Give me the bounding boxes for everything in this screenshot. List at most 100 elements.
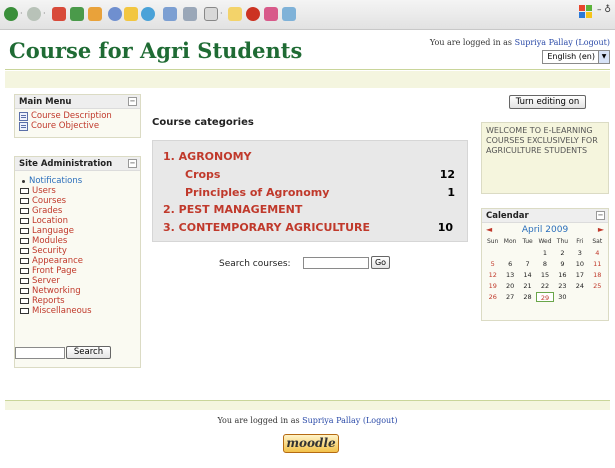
- window-minimize-icon[interactable]: – ♁: [597, 5, 611, 15]
- forward-dropdown-icon[interactable]: ·: [43, 9, 46, 18]
- calendar-day[interactable]: 28: [519, 292, 536, 302]
- calendar-day[interactable]: 12: [484, 270, 501, 280]
- admin-item-label: Security: [32, 246, 67, 256]
- refresh-icon[interactable]: [70, 7, 84, 21]
- calendar-day[interactable]: 4: [589, 248, 606, 258]
- calendar-day[interactable]: 10: [571, 259, 588, 269]
- calendar-day[interactable]: 7: [519, 259, 536, 269]
- user-profile-link[interactable]: Supriya Pallay: [302, 416, 360, 425]
- turn-editing-on-button[interactable]: Turn editing on: [509, 95, 586, 109]
- calendar-day[interactable]: 22: [536, 281, 553, 291]
- admin-search-input[interactable]: [15, 347, 65, 359]
- admin-item-courses[interactable]: Courses: [20, 196, 140, 206]
- admin-item-location[interactable]: Location: [20, 216, 140, 226]
- messenger-icon[interactable]: [246, 7, 260, 21]
- admin-item-reports[interactable]: Reports: [20, 296, 140, 306]
- print-icon[interactable]: [183, 7, 197, 21]
- calendar-day[interactable]: 6: [501, 259, 518, 269]
- login-info: You are logged in as Supriya Pallay (Log…: [430, 38, 610, 47]
- mouse-tool-icon[interactable]: [282, 7, 296, 21]
- category-link[interactable]: Principles of Agronomy: [185, 186, 329, 199]
- admin-item-notifications[interactable]: Notifications: [20, 176, 140, 186]
- collapse-icon[interactable]: −: [128, 159, 137, 168]
- next-month-icon[interactable]: ►: [598, 225, 604, 234]
- calendar-day[interactable]: 30: [554, 292, 571, 302]
- calendar-day[interactable]: 26: [484, 292, 501, 302]
- calendar-empty-cell: [501, 248, 518, 258]
- category-link[interactable]: Crops: [185, 168, 220, 181]
- admin-item-users[interactable]: Users: [20, 186, 140, 196]
- calendar-day[interactable]: 3: [571, 248, 588, 258]
- user-profile-link[interactable]: Supriya Pallay: [515, 38, 573, 47]
- folder-icon[interactable]: [228, 7, 242, 21]
- calendar-day[interactable]: 15: [536, 270, 553, 280]
- calendar-day[interactable]: 27: [501, 292, 518, 302]
- site-title: Course for Agri Students: [9, 38, 303, 63]
- logout-link[interactable]: (Logout): [363, 416, 398, 425]
- calendar-day[interactable]: 11: [589, 259, 606, 269]
- calendar-day[interactable]: 5: [484, 259, 501, 269]
- category-link[interactable]: 1. AGRONOMY: [163, 150, 252, 163]
- language-value: English (en): [547, 52, 595, 61]
- course-count: 12: [439, 168, 455, 181]
- home-icon[interactable]: [88, 7, 102, 21]
- stop-icon[interactable]: [52, 7, 66, 21]
- admin-item-miscellaneous[interactable]: Miscellaneous: [20, 306, 140, 316]
- calendar-day[interactable]: 2: [554, 248, 571, 258]
- history-icon[interactable]: [141, 7, 155, 21]
- back-icon[interactable]: [4, 7, 18, 21]
- calendar-day[interactable]: 14: [519, 270, 536, 280]
- calendar-day[interactable]: 21: [519, 281, 536, 291]
- calendar-block: Calendar − ◄ April 2009 ► Sun Mon Tue Wed Th…: [481, 208, 609, 321]
- admin-item-grades[interactable]: Grades: [20, 206, 140, 216]
- calendar-day[interactable]: 16: [554, 270, 571, 280]
- go-button[interactable]: Go: [371, 256, 390, 269]
- collapse-icon[interactable]: −: [596, 211, 605, 220]
- calendar-day[interactable]: 29: [536, 292, 554, 302]
- admin-item-label: Notifications: [29, 176, 83, 186]
- calendar-day[interactable]: 24: [571, 281, 588, 291]
- logout-link[interactable]: (Logout): [575, 38, 610, 47]
- calendar-day[interactable]: 25: [589, 281, 606, 291]
- admin-item-networking[interactable]: Networking: [20, 286, 140, 296]
- menu-item-course-objective[interactable]: Coure Objective: [19, 122, 140, 131]
- main-menu-block: Main Menu − Course Description Coure Obj…: [14, 94, 141, 138]
- admin-item-language[interactable]: Language: [20, 226, 140, 236]
- calendar-day[interactable]: 18: [589, 270, 606, 280]
- admin-item-appearance[interactable]: Appearance: [20, 256, 140, 266]
- calendar-day[interactable]: 1: [536, 248, 553, 258]
- favorites-icon[interactable]: [124, 7, 138, 21]
- folder-icon: [20, 208, 29, 214]
- calendar-day[interactable]: 9: [554, 259, 571, 269]
- search-courses-input[interactable]: [303, 257, 369, 269]
- calendar-day[interactable]: 8: [536, 259, 553, 269]
- admin-search-button[interactable]: Search: [66, 346, 111, 359]
- calendar-day[interactable]: 20: [501, 281, 518, 291]
- calendar-day[interactable]: 13: [501, 270, 518, 280]
- calendar-day-header: Fri: [576, 238, 584, 245]
- search-icon[interactable]: [108, 7, 122, 21]
- admin-item-server[interactable]: Server: [20, 276, 140, 286]
- research-icon[interactable]: [264, 7, 278, 21]
- calendar-month[interactable]: April 2009: [482, 225, 608, 235]
- admin-item-security[interactable]: Security: [20, 246, 140, 256]
- menu-item-course-description[interactable]: Course Description: [19, 112, 140, 121]
- windows-logo-icon: [579, 5, 593, 19]
- course-categories-table: 1. AGRONOMY Crops 12 Principles of Agron…: [152, 140, 468, 242]
- edit-dropdown-icon[interactable]: ·: [220, 9, 223, 18]
- collapse-icon[interactable]: −: [128, 97, 137, 106]
- forward-icon[interactable]: [27, 7, 41, 21]
- admin-item-front-page[interactable]: Front Page: [20, 266, 140, 276]
- edit-page-icon[interactable]: [204, 7, 218, 21]
- mail-icon[interactable]: [163, 7, 177, 21]
- moodle-logo[interactable]: moodle: [283, 434, 339, 453]
- language-select[interactable]: English (en) ▼: [542, 50, 610, 64]
- calendar-day[interactable]: 19: [484, 281, 501, 291]
- category-link[interactable]: 3. CONTEMPORARY AGRICULTURE: [163, 221, 370, 234]
- back-dropdown-icon[interactable]: ·: [20, 9, 23, 18]
- calendar-day[interactable]: 23: [554, 281, 571, 291]
- calendar-day[interactable]: 17: [571, 270, 588, 280]
- category-link[interactable]: 2. PEST MANAGEMENT: [163, 203, 302, 216]
- admin-item-label: Courses: [32, 196, 67, 206]
- admin-item-modules[interactable]: Modules: [20, 236, 140, 246]
